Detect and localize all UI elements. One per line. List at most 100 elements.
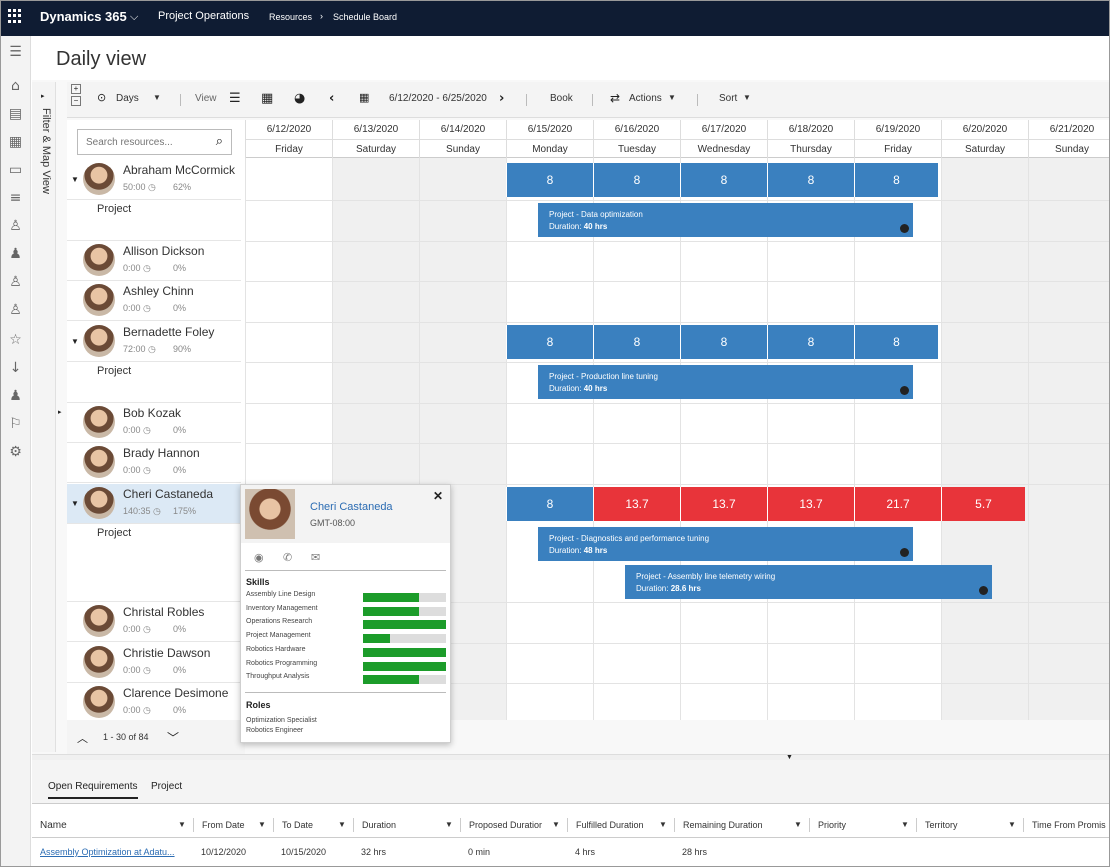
overbooked-cell[interactable]: 21.7 [854,487,941,521]
capacity-cell[interactable]: 8 [506,163,593,197]
resource-name[interactable]: Bernadette Foley [123,325,214,339]
resource-row[interactable]: ▼ Bernadette Foley 72:00 ◷ 90% [67,322,241,362]
tab-open-requirements[interactable]: Open Requirements [48,781,138,799]
grid-view-icon[interactable]: ▦ [261,91,273,106]
resource-row[interactable]: ▼ Abraham McCormick 50:00 ◷ 62% [67,160,241,200]
breadcrumb-schedule-board[interactable]: Schedule Board [333,12,397,22]
filter-caret-icon[interactable]: ▼ [794,820,802,829]
column-header[interactable]: Name [40,820,67,831]
column-header[interactable]: Remaining Duration [674,818,763,832]
filter-caret-icon[interactable]: ▼ [258,820,266,829]
column-header[interactable]: From Date [193,818,245,832]
column-header[interactable]: Priority [809,818,846,832]
chat-icon[interactable]: ◉ [254,551,264,564]
booking-handle-icon[interactable] [900,224,909,233]
filter-caret-icon[interactable]: ▼ [445,820,453,829]
chat-icon[interactable]: ▭ [0,162,31,178]
search-icon[interactable]: ⌕ [216,134,223,149]
capacity-cell[interactable]: 8 [854,163,938,197]
calendar-icon[interactable]: ▦ [0,134,31,150]
column-header[interactable]: To Date [273,818,313,832]
team-icon[interactable]: ♟ [0,388,31,404]
column-header[interactable]: Territory [916,818,958,832]
capacity-cell[interactable]: 8 [680,163,767,197]
capacity-cell[interactable]: 8 [593,163,680,197]
page-up-icon[interactable]: ︿ [77,730,88,746]
hamburger-menu-icon[interactable]: ☰ [0,44,31,60]
collapse-arrow-icon[interactable]: ▸ [58,408,62,416]
capacity-cell[interactable]: 8 [506,325,593,359]
filter-caret-icon[interactable]: ▼ [552,820,560,829]
column-header[interactable]: Duration [353,818,396,832]
card-resource-name[interactable]: Cheri Castaneda [310,501,393,513]
resource-row[interactable]: Clarence Desimone 0:00 ◷ 0% [67,683,241,723]
table-row[interactable]: Assembly Optimization at Adatu... 10/12/… [32,840,1110,865]
resource-row-selected[interactable]: ▼ Cheri Castaneda 140:35 ◷ 175% [67,484,241,524]
gear-icon[interactable]: ⚙ [0,444,31,460]
capacity-cell[interactable]: 8 [506,487,593,521]
expand-all-icon[interactable]: + [71,84,81,94]
sort-button[interactable]: Sort [719,93,737,104]
expand-filter-icon[interactable]: ▸ [41,92,45,100]
user-settings-icon[interactable]: ♙ [0,274,31,290]
day-column[interactable] [506,158,593,720]
booking-handle-icon[interactable] [900,548,909,557]
actions-caret-icon[interactable]: ▼ [668,93,676,102]
tab-project[interactable]: Project [151,781,182,792]
requirement-name-link[interactable]: Assembly Optimization at Adatu... [40,847,175,857]
expand-caret-icon[interactable]: ▼ [71,499,79,508]
booking-bar[interactable]: Project - Production line tuning Duratio… [538,365,913,399]
module-name[interactable]: Project Operations [158,10,249,22]
page-down-icon[interactable]: ﹀ [167,729,179,746]
date-range[interactable]: 6/12/2020 - 6/25/2020 [389,93,487,104]
resource-row[interactable]: Brady Hannon 0:00 ◷ 0% [67,443,241,483]
resource-name[interactable]: Clarence Desimone [123,686,228,700]
next-icon[interactable]: › [499,91,504,106]
day-column[interactable] [680,158,767,720]
sort-icon[interactable]: ↓ [0,360,31,376]
resource-name[interactable]: Christie Dawson [123,646,210,660]
clock-icon[interactable]: ⊙ [97,91,106,104]
book-button[interactable]: Book [550,93,573,104]
mail-icon[interactable]: ✉ [311,551,320,564]
people-icon[interactable]: ♟ [0,246,31,262]
resource-name[interactable]: Bob Kozak [123,406,181,420]
day-column[interactable] [941,158,1028,720]
flag-icon[interactable]: ⚐ [0,416,31,432]
resource-name[interactable]: Abraham McCormick [123,163,235,177]
filter-caret-icon[interactable]: ▼ [659,820,667,829]
app-name[interactable]: Dynamics 365 [40,9,127,24]
globe-icon[interactable]: ◕ [294,91,305,106]
expand-caret-icon[interactable]: ▼ [71,337,79,346]
overbooked-cell[interactable]: 13.7 [680,487,767,521]
day-column[interactable] [593,158,680,720]
booking-bar[interactable]: Project - Diagnostics and performance tu… [538,527,913,561]
resource-name[interactable]: Christal Robles [123,605,204,619]
filter-caret-icon[interactable]: ▼ [901,820,909,829]
day-column[interactable] [767,158,854,720]
resource-row[interactable]: Allison Dickson 0:00 ◷ 0% [67,241,241,281]
chevron-down-icon[interactable]: ⌵ [130,11,138,24]
expand-caret-icon[interactable]: ▼ [71,175,79,184]
star-icon[interactable]: ☆ [0,332,31,348]
column-header[interactable]: Proposed Duratior [460,818,542,832]
search-input[interactable] [86,131,206,153]
resource-name[interactable]: Brady Hannon [123,446,200,460]
list-people-icon[interactable]: ≡ [0,190,31,206]
capacity-cell[interactable]: 8 [680,325,767,359]
home-icon[interactable]: ⌂ [0,78,31,94]
list-view-icon[interactable]: ☰ [229,91,241,106]
booking-bar[interactable]: Project - Assembly line telemetry wiring… [625,565,992,599]
phone-icon[interactable]: ✆ [283,551,292,564]
booking-handle-icon[interactable] [900,386,909,395]
actions-icon[interactable]: ⇄ [610,91,620,105]
capacity-cell[interactable]: 8 [767,163,854,197]
breadcrumb-resources[interactable]: Resources [269,12,312,22]
actions-button[interactable]: Actions [629,93,662,104]
days-dropdown[interactable]: Days [116,93,139,104]
document-icon[interactable]: ▤ [0,106,31,122]
capacity-cell[interactable]: 8 [854,325,938,359]
day-column[interactable] [1028,158,1110,720]
resource-row[interactable]: Ashley Chinn 0:00 ◷ 0% [67,281,241,321]
resource-name[interactable]: Ashley Chinn [123,284,194,298]
